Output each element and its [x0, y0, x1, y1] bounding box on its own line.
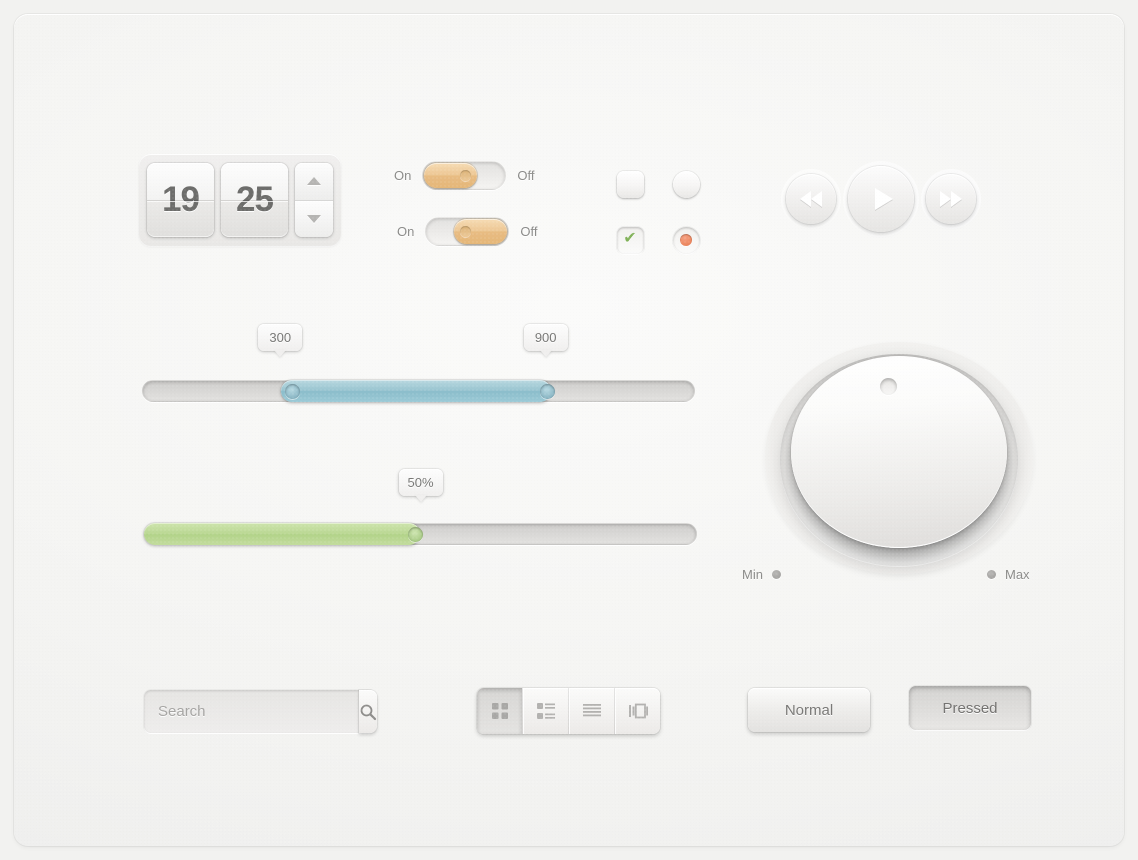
toggle-switch-row-2: On Off — [397, 217, 537, 246]
toggle-switch-1[interactable] — [422, 161, 507, 190]
stepper-control — [295, 163, 333, 237]
switch-off-label: Off — [520, 224, 538, 239]
clock-hours-card[interactable]: 19 — [147, 163, 214, 237]
search-input[interactable] — [144, 702, 359, 721]
knob-max-label: Max — [1005, 567, 1030, 582]
progress-slider-tooltip: 50% — [398, 469, 443, 496]
range-slider: 300 900 — [142, 324, 695, 402]
toggle-switch-2[interactable] — [425, 217, 510, 246]
progress-slider-handle[interactable] — [407, 526, 423, 542]
forward-button[interactable] — [926, 174, 976, 224]
play-icon — [874, 188, 893, 210]
switch-on-label: On — [397, 224, 415, 239]
switch-on-label: On — [394, 168, 412, 183]
segment-list-view[interactable] — [522, 688, 568, 734]
stepper-down-button[interactable] — [295, 199, 333, 237]
checkbox-unchecked[interactable] — [616, 170, 644, 198]
search-button[interactable] — [359, 690, 377, 733]
radio-selected[interactable] — [672, 226, 700, 254]
play-button[interactable] — [848, 166, 914, 232]
rotary-knob-group: Min Max — [742, 342, 1047, 592]
time-stepper-group: 19 25 — [139, 154, 341, 246]
radio-unselected[interactable] — [672, 170, 700, 198]
check-mark-icon: ✔ — [623, 230, 637, 247]
knob-indicator-icon — [880, 378, 897, 395]
toggle-switch-row-1: On Off — [394, 161, 534, 190]
stepper-up-button[interactable] — [295, 163, 333, 200]
rotary-knob[interactable] — [791, 356, 1007, 548]
segment-grid-view[interactable] — [477, 688, 522, 734]
normal-button[interactable]: Normal — [748, 688, 870, 732]
checkbox-radio-group: ✔ — [602, 156, 714, 268]
switch-knob[interactable] — [424, 163, 478, 188]
triangle-down-icon — [307, 214, 321, 223]
triangle-up-icon — [307, 177, 321, 186]
pressed-button[interactable]: Pressed — [909, 686, 1031, 730]
coverflow-view-icon — [628, 703, 648, 719]
range-slider-low-handle[interactable] — [284, 383, 300, 399]
range-slider-high-handle[interactable] — [539, 383, 555, 399]
lines-view-icon — [582, 704, 601, 717]
view-mode-segmented-control — [477, 688, 660, 734]
progress-slider-fill — [144, 523, 420, 545]
range-slider-low-tooltip: 300 — [258, 324, 303, 351]
knob-min-dot-icon — [771, 570, 781, 579]
segment-lines-view[interactable] — [568, 688, 614, 734]
rewind-button[interactable] — [786, 174, 836, 224]
knob-max-dot-icon — [987, 570, 996, 579]
list-view-icon — [536, 703, 555, 719]
range-slider-track[interactable] — [142, 380, 695, 402]
switch-off-label: Off — [517, 168, 535, 183]
switch-knob[interactable] — [454, 219, 508, 244]
segment-coverflow-view[interactable] — [614, 688, 660, 734]
grid-view-icon — [491, 703, 508, 719]
search-icon — [360, 704, 377, 720]
range-slider-fill — [280, 380, 551, 402]
search-field-group — [144, 690, 377, 733]
knob-max-marker: Max — [987, 567, 1030, 582]
knob-min-marker: Min — [742, 567, 781, 582]
fast-forward-icon — [940, 191, 962, 207]
progress-slider-track[interactable] — [144, 523, 697, 545]
media-controls — [786, 166, 976, 232]
rewind-icon — [800, 191, 822, 207]
knob-min-label: Min — [742, 567, 763, 582]
ui-kit-panel: 19 25 On Off On Off ✔ 300 900 50% Min Ma… — [14, 14, 1124, 846]
progress-slider: 50% — [144, 469, 697, 545]
radio-dot-icon — [680, 234, 692, 246]
clock-minutes-card[interactable]: 25 — [221, 163, 288, 237]
range-slider-high-tooltip: 900 — [523, 324, 568, 351]
checkbox-checked[interactable]: ✔ — [616, 226, 644, 254]
